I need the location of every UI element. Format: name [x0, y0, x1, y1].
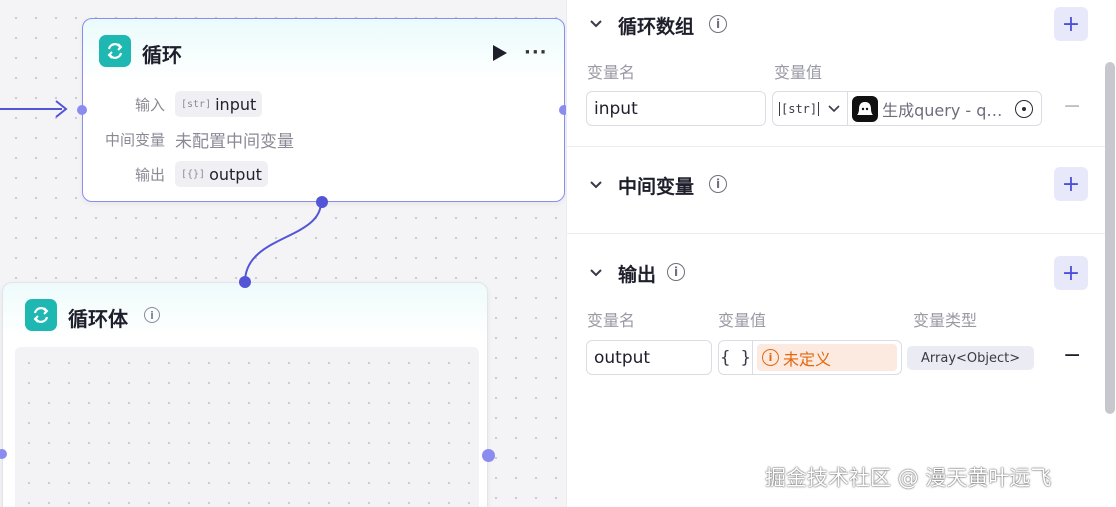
incoming-edge-arrow: [55, 100, 68, 118]
output-chip-text: output: [209, 164, 262, 184]
column-header-value: 变量值: [774, 63, 823, 82]
string-type-icon: [str]: [181, 98, 212, 110]
loop-body-title: 循环体: [68, 307, 128, 331]
loop-output-port[interactable]: [559, 105, 566, 115]
section-title: 循环数组: [618, 16, 695, 38]
warning-info-icon: i: [762, 349, 779, 366]
remove-row-button[interactable]: −: [1063, 96, 1081, 118]
info-icon[interactable]: i: [709, 175, 727, 193]
loop-body-canvas[interactable]: [15, 347, 479, 507]
loop-body-node[interactable]: 循环体 i: [0, 276, 495, 507]
node-config-panel: 循环数组 i + 变量名 变量值 [str] 生成query - q…: [566, 0, 1116, 507]
chevron-down-icon: [828, 104, 840, 112]
more-options-icon[interactable]: ···: [524, 42, 548, 63]
intermediate-value: 未配置中间变量: [175, 131, 294, 152]
object-braces-icon: { }: [719, 341, 753, 374]
reference-chip[interactable]: 生成query - q…: [847, 92, 1041, 125]
loop-icon: [99, 35, 131, 67]
warning-text: 未定义: [783, 349, 832, 369]
variable-type-badge: Array<Object>: [907, 346, 1035, 370]
chevron-down-icon[interactable]: [588, 16, 604, 32]
bot-avatar-icon: [852, 95, 879, 122]
info-icon[interactable]: i: [667, 263, 685, 281]
variable-name-input[interactable]: [586, 91, 766, 126]
add-loop-array-button[interactable]: +: [1054, 7, 1088, 41]
add-output-button[interactable]: +: [1054, 256, 1088, 290]
loop-body-out-port[interactable]: [316, 196, 328, 208]
input-chip: [str] input: [175, 91, 263, 117]
loop-output-row: 输出 [{}] output: [83, 161, 268, 187]
loop-body-in-port[interactable]: [239, 276, 251, 288]
column-header-name: 变量名: [587, 63, 636, 82]
column-header-name: 变量名: [587, 311, 636, 330]
reference-settings-icon[interactable]: [1015, 99, 1033, 118]
loop-to-body-edge: [244, 201, 322, 283]
reference-text: 生成query - q…: [882, 100, 1003, 120]
string-type-icon: [str]: [779, 101, 820, 116]
loop-node-title: 循环: [142, 43, 182, 67]
section-title: 输出: [618, 264, 657, 286]
info-icon[interactable]: i: [709, 15, 727, 33]
output-name-input[interactable]: [586, 340, 712, 375]
loop-body-left-port[interactable]: [0, 449, 7, 459]
loop-intermediate-row: 中间变量 未配置中间变量: [83, 126, 294, 152]
loop-body-right-port[interactable]: [482, 449, 495, 462]
param-label: 输入: [134, 95, 165, 114]
loop-body-info-icon[interactable]: i: [144, 307, 160, 323]
run-play-icon[interactable]: [492, 44, 508, 62]
loop-body-icon: [25, 299, 57, 331]
param-label: 中间变量: [104, 130, 165, 149]
workflow-canvas[interactable]: 循环 ··· 输入 [str] input 中间变量 未配置中间变量 输出 [{…: [0, 0, 566, 507]
loop-input-row: 输入 [str] input: [83, 91, 263, 117]
add-intermediate-button[interactable]: +: [1054, 167, 1088, 201]
remove-output-row-button[interactable]: −: [1063, 345, 1081, 367]
watermark-text: 掘金技术社区 @ 漫天黄叶远飞: [765, 466, 1052, 490]
input-chip-text: input: [215, 94, 257, 114]
chevron-down-icon[interactable]: [588, 265, 604, 281]
object-array-type-icon: [{}]: [181, 168, 206, 180]
loop-input-port[interactable]: [77, 105, 87, 115]
section-divider: [567, 233, 1105, 234]
loop-node[interactable]: 循环 ··· 输入 [str] input 中间变量 未配置中间变量 输出 [{…: [77, 18, 566, 208]
output-value-field[interactable]: { } i 未定义: [718, 340, 902, 375]
undefined-warning: i 未定义: [757, 344, 897, 371]
section-divider: [567, 146, 1105, 147]
chevron-down-icon[interactable]: [588, 177, 604, 193]
type-select[interactable]: [str]: [773, 92, 847, 125]
column-header-value: 变量值: [718, 311, 767, 330]
panel-scrollbar[interactable]: [1105, 62, 1115, 414]
output-chip: [{}] output: [175, 161, 268, 187]
column-header-type: 变量类型: [913, 311, 978, 330]
variable-value-field[interactable]: [str] 生成query - q…: [772, 91, 1042, 126]
param-label: 输出: [134, 165, 165, 184]
section-title: 中间变量: [618, 176, 695, 198]
